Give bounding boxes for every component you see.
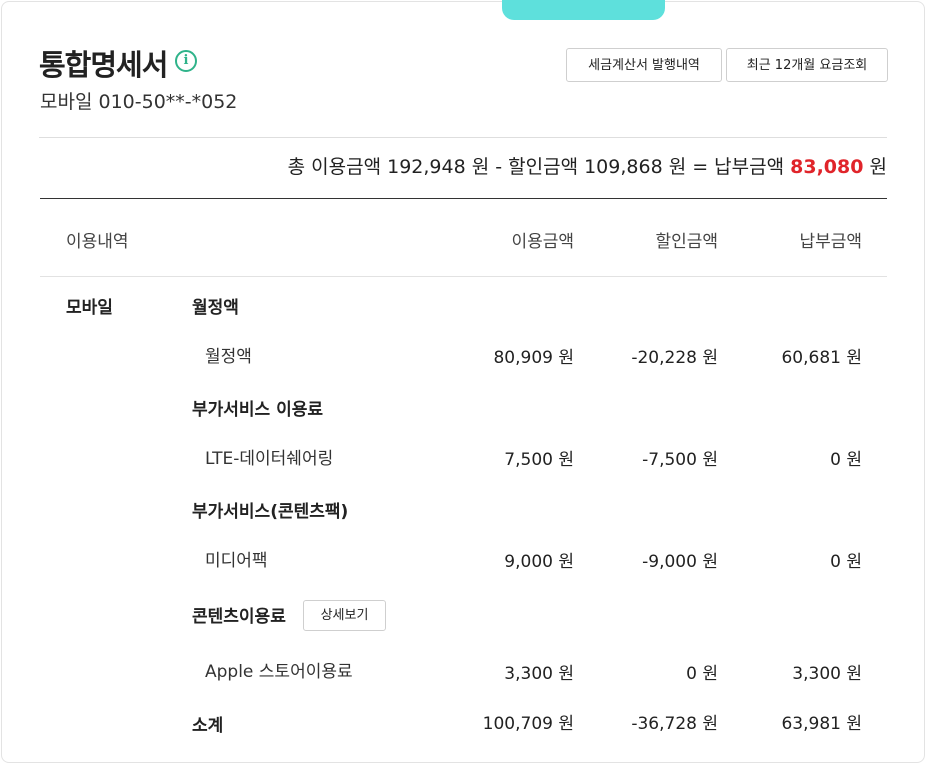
group-title: 부가서비스(콘텐츠팩) bbox=[192, 502, 349, 522]
payment-value: 0 원 bbox=[830, 552, 862, 572]
item-name: Apple 스토어이용료 bbox=[205, 662, 353, 682]
usage-value: 3,300 원 bbox=[504, 664, 574, 684]
summary-text: 총 이용금액 192,948 원 - 할인금액 109,868 원 = 납부금액 bbox=[287, 156, 791, 178]
header-usage-details: 이용내역 bbox=[66, 232, 129, 252]
discount-value: -20,228 원 bbox=[631, 348, 718, 368]
subtotal-label: 소계 bbox=[192, 716, 224, 736]
subtotal-payment: 63,981 원 bbox=[781, 714, 862, 734]
top-tab-button[interactable] bbox=[502, 0, 665, 20]
item-name: 미디어팩 bbox=[205, 551, 268, 571]
header-payment-amount: 납부금액 bbox=[799, 232, 862, 252]
divider bbox=[39, 137, 887, 138]
payment-amount: 83,080 bbox=[790, 156, 864, 178]
summary-unit: 원 bbox=[863, 156, 888, 178]
header-usage-amount: 이용금액 bbox=[511, 232, 574, 252]
summary-line: 총 이용금액 192,948 원 - 할인금액 109,868 원 = 납부금액… bbox=[288, 152, 887, 179]
view-details-button[interactable]: 상세보기 bbox=[303, 600, 386, 631]
table-top-border bbox=[40, 198, 887, 199]
recent-12-months-button[interactable]: 최근 12개월 요금조회 bbox=[726, 48, 888, 82]
group-title: 월정액 bbox=[192, 298, 239, 318]
header-divider bbox=[40, 276, 887, 277]
subtotal-usage: 100,709 원 bbox=[482, 714, 574, 734]
tax-invoice-history-button[interactable]: 세금계산서 발행내역 bbox=[566, 48, 722, 82]
payment-value: 0 원 bbox=[830, 450, 862, 470]
discount-value: -9,000 원 bbox=[642, 552, 718, 572]
page-title: 통합명세서 bbox=[39, 48, 168, 82]
subtotal-discount: -36,728 원 bbox=[631, 714, 718, 734]
group-title: 부가서비스 이용료 bbox=[192, 400, 324, 420]
info-icon[interactable]: i bbox=[175, 50, 197, 72]
usage-value: 80,909 원 bbox=[493, 348, 574, 368]
item-name: 월정액 bbox=[205, 347, 252, 367]
category-label: 모바일 bbox=[66, 298, 113, 318]
payment-value: 3,300 원 bbox=[792, 664, 862, 684]
statement-card bbox=[1, 1, 925, 763]
usage-value: 9,000 원 bbox=[504, 552, 574, 572]
usage-value: 7,500 원 bbox=[504, 450, 574, 470]
group-title: 콘텐츠이용료 bbox=[192, 607, 286, 627]
discount-value: -7,500 원 bbox=[642, 450, 718, 470]
discount-value: 0 원 bbox=[686, 664, 718, 684]
payment-value: 60,681 원 bbox=[781, 348, 862, 368]
phone-subtitle: 모바일 010-50**-*052 bbox=[40, 91, 238, 113]
item-name: LTE-데이터쉐어링 bbox=[205, 449, 334, 469]
header-discount-amount: 할인금액 bbox=[655, 232, 718, 252]
